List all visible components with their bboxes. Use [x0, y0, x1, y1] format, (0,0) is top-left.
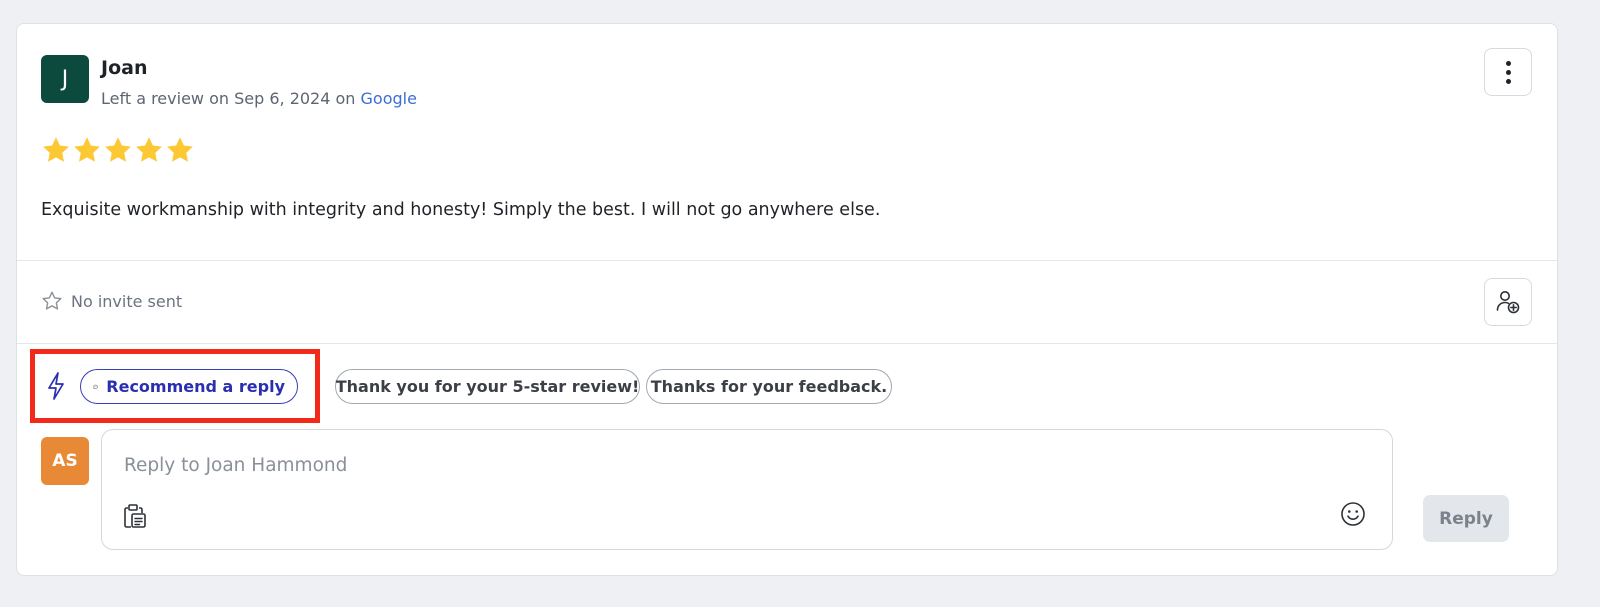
divider	[17, 260, 1557, 261]
reply-composer	[101, 429, 1393, 550]
chat-bubble-icon	[93, 384, 98, 389]
reviewer-avatar-initial: J	[61, 66, 69, 92]
star-icon	[74, 137, 100, 162]
suggestion-chip[interactable]: Thanks for your feedback.	[646, 369, 892, 404]
star-icon	[167, 137, 193, 162]
reviewer-avatar: J	[41, 55, 89, 103]
smiley-icon[interactable]	[1340, 501, 1366, 527]
review-source-link[interactable]: Google	[361, 89, 417, 108]
clipboard-icon[interactable]	[120, 501, 150, 531]
review-text: Exquisite workmanship with integrity and…	[41, 200, 881, 220]
reply-input[interactable]	[124, 450, 1364, 480]
review-card: J Joan Left a review on Sep 6, 2024 on G…	[16, 23, 1558, 576]
recommend-reply-label: Recommend a reply	[106, 377, 285, 396]
reviewer-name: Joan	[101, 57, 148, 79]
invite-status-text: No invite sent	[71, 291, 183, 311]
star-icon	[105, 137, 131, 162]
review-meta: Left a review on Sep 6, 2024 on Google	[101, 89, 417, 108]
add-person-icon	[1496, 291, 1520, 314]
reply-button[interactable]: Reply	[1423, 495, 1509, 542]
add-person-button[interactable]	[1484, 278, 1532, 326]
star-rating	[41, 135, 195, 165]
star-outline-icon	[42, 291, 62, 310]
user-avatar: AS	[41, 437, 89, 485]
review-meta-text: Left a review on Sep 6, 2024 on	[101, 89, 361, 108]
user-avatar-initials: AS	[52, 451, 78, 471]
more-options-button[interactable]	[1484, 48, 1532, 96]
vertical-dots-icon	[1505, 60, 1511, 66]
suggestion-chip[interactable]: Thank you for your 5-star review!	[335, 369, 640, 404]
recommend-reply-button[interactable]: Recommend a reply	[80, 369, 298, 404]
lightning-bolt-icon	[48, 372, 64, 400]
divider	[17, 343, 1557, 344]
invite-status: No invite sent	[41, 290, 182, 312]
star-icon	[136, 137, 162, 162]
star-icon	[43, 137, 69, 162]
